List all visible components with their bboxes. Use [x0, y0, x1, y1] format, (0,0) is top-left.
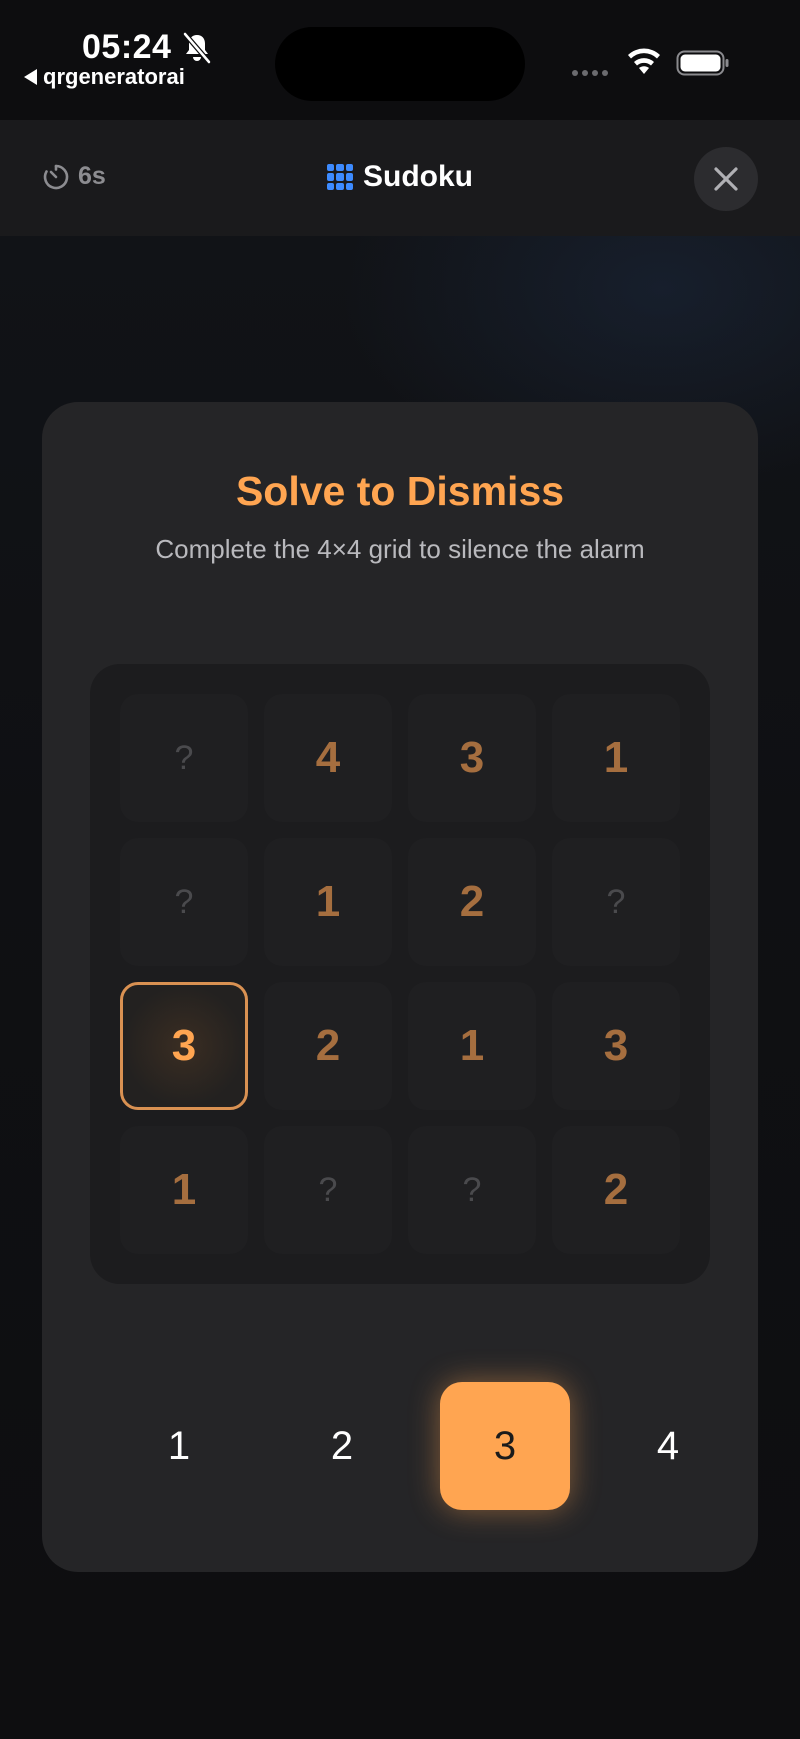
cell-r3-c1[interactable]: 3	[120, 982, 248, 1110]
back-to-app-link[interactable]: qrgeneratorai	[24, 64, 185, 90]
battery-icon	[676, 50, 729, 76]
cell-r1-c1[interactable]: ?	[120, 694, 248, 822]
wifi-icon	[628, 48, 660, 74]
puzzle-card: Solve to Dismiss Complete the 4×4 grid t…	[42, 402, 758, 1572]
cell-r2-c2[interactable]: 1	[264, 838, 392, 966]
number-key-4[interactable]: 4	[603, 1382, 733, 1510]
cell-r2-c3[interactable]: 2	[408, 838, 536, 966]
back-triangle-icon	[24, 69, 37, 85]
cell-r1-c2[interactable]: 4	[264, 694, 392, 822]
sudoku-board: ? 4 3 1 ? 1 2 ? 3 2 1 3 1 ? ? 2	[90, 664, 710, 1284]
close-icon	[714, 167, 738, 191]
bell-off-icon	[183, 32, 211, 64]
header-title-group: Sudoku	[0, 160, 800, 194]
cell-r4-c3[interactable]: ?	[408, 1126, 536, 1254]
back-app-label: qrgeneratorai	[43, 64, 185, 89]
game-header: 6s Sudoku	[0, 120, 800, 236]
cell-r2-c1[interactable]: ?	[120, 838, 248, 966]
number-key-2[interactable]: 2	[277, 1382, 407, 1510]
cell-r2-c4[interactable]: ?	[552, 838, 680, 966]
grid-icon	[327, 164, 353, 190]
number-key-1[interactable]: 1	[114, 1382, 244, 1510]
number-pad: 1 2 3 4	[90, 1382, 710, 1512]
page-title: Sudoku	[363, 160, 473, 193]
cell-r4-c4[interactable]: 2	[552, 1126, 680, 1254]
card-title: Solve to Dismiss	[235, 468, 565, 514]
cell-r3-c4[interactable]: 3	[552, 982, 680, 1110]
status-time: 05:24	[82, 28, 172, 66]
number-key-3[interactable]: 3	[440, 1382, 570, 1510]
cell-r4-c1[interactable]: 1	[120, 1126, 248, 1254]
close-button[interactable]	[694, 147, 758, 211]
cell-r3-c2[interactable]: 2	[264, 982, 392, 1110]
cell-r1-c4[interactable]: 1	[552, 694, 680, 822]
dynamic-island	[275, 27, 525, 101]
cell-r1-c3[interactable]: 3	[408, 694, 536, 822]
cellular-signal-icon	[572, 70, 608, 76]
cell-r4-c2[interactable]: ?	[264, 1126, 392, 1254]
card-subtitle: Complete the 4×4 grid to silence the ala…	[155, 534, 645, 564]
status-bar: 05:24 qrgeneratorai	[0, 0, 800, 120]
cell-r3-c3[interactable]: 1	[408, 982, 536, 1110]
